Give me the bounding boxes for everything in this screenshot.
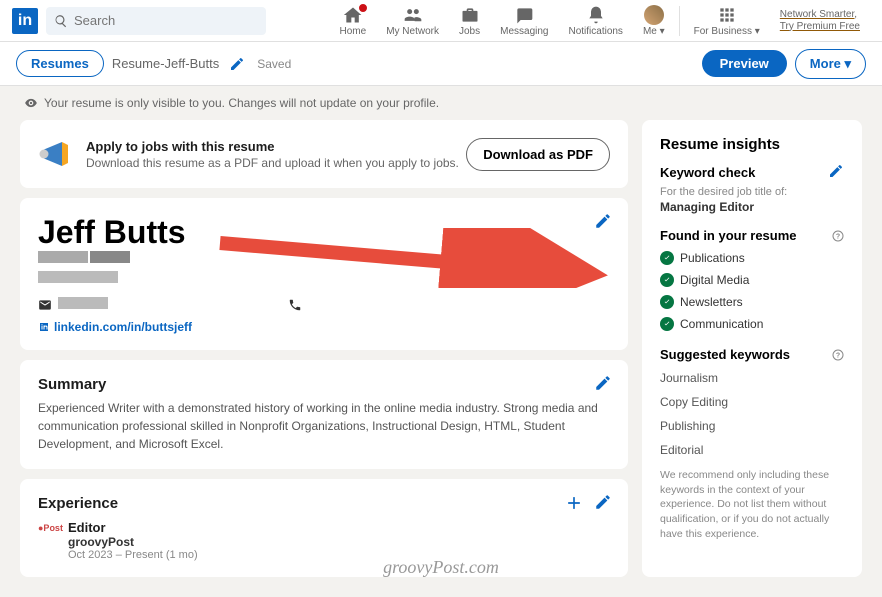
save-status: Saved [257, 57, 291, 71]
linkedin-icon [38, 321, 50, 333]
experience-item: ●Post Editor groovyPost Oct 2023 – Prese… [38, 520, 610, 561]
nav-messaging[interactable]: Messaging [490, 5, 558, 37]
more-button[interactable]: More ▾ [795, 49, 866, 79]
megaphone-icon [38, 136, 74, 172]
pencil-icon[interactable] [229, 56, 245, 72]
grid-icon [717, 5, 737, 25]
linkedin-url[interactable]: linkedin.com/in/buttsjeff [38, 320, 610, 334]
help-icon[interactable]: ? [832, 349, 844, 361]
summary-card: Summary Experienced Writer with a demons… [20, 360, 628, 469]
profile-name: Jeff Butts [38, 214, 610, 251]
nav-premium[interactable]: Network Smarter, Try Premium Free [770, 9, 870, 33]
company-logo: ●Post [38, 520, 60, 536]
edit-summary-button[interactable] [594, 374, 612, 397]
keyword-check-heading: Keyword check [660, 163, 844, 182]
nav-divider [679, 6, 680, 36]
nav-items: Home My Network Jobs Messaging Notificat… [330, 5, 871, 37]
svg-text:?: ? [836, 352, 840, 359]
suggested-item: Publishing [660, 414, 844, 438]
preview-button[interactable]: Preview [702, 50, 787, 77]
job-title: Managing Editor [660, 200, 844, 214]
summary-title: Summary [38, 376, 610, 393]
experience-dates: Oct 2023 – Present (1 mo) [68, 549, 198, 561]
message-icon [514, 5, 534, 25]
keyword-item: Communication [660, 313, 844, 335]
found-heading: Found in your resume ? [660, 228, 844, 243]
watermark: groovyPost.com [383, 557, 499, 578]
main-content: Apply to jobs with this resume Download … [0, 120, 882, 597]
experience-card: Experience ●Post Editor groovyPost Oct 2… [20, 479, 628, 577]
nav-business[interactable]: For Business ▾ [684, 5, 770, 37]
edit-keyword-button[interactable] [828, 163, 844, 182]
nav-home[interactable]: Home [330, 5, 377, 37]
edit-profile-button[interactable] [594, 212, 612, 235]
left-column: Apply to jobs with this resume Download … [20, 120, 628, 577]
insights-panel: Resume insights Keyword check For the de… [642, 120, 862, 577]
apply-title: Apply to jobs with this resume [86, 139, 459, 154]
suggested-keywords-list: Journalism Copy Editing Publishing Edito… [660, 366, 844, 462]
mail-icon [38, 298, 52, 312]
suggested-item: Journalism [660, 366, 844, 390]
experience-role: Editor [68, 520, 198, 535]
search-icon [54, 14, 68, 28]
redacted-text [38, 251, 88, 263]
pencil-icon [828, 163, 844, 179]
search-box[interactable] [46, 7, 266, 35]
search-input[interactable] [74, 13, 258, 28]
keyword-item: Digital Media [660, 269, 844, 291]
plus-icon [564, 493, 584, 513]
breadcrumb-bar: Resumes Resume-Jeff-Butts Saved Preview … [0, 42, 882, 86]
notification-badge [358, 3, 368, 13]
insights-title: Resume insights [660, 136, 844, 153]
resume-name: Resume-Jeff-Butts [112, 56, 219, 71]
suggested-hint: We recommend only including these keywor… [660, 468, 844, 541]
bell-icon [586, 5, 606, 25]
experience-company: groovyPost [68, 535, 198, 549]
briefcase-icon [460, 5, 480, 25]
pencil-icon [594, 493, 612, 511]
people-icon [403, 5, 423, 25]
profile-card: Jeff Butts linkedin.com/in/buttsjeff [20, 198, 628, 350]
apply-subtitle: Download this resume as a PDF and upload… [86, 156, 459, 170]
redacted-text [90, 251, 130, 263]
suggested-item: Editorial [660, 438, 844, 462]
redacted-email [58, 297, 108, 309]
desired-subtitle: For the desired job title of: [660, 186, 844, 198]
privacy-text: Your resume is only visible to you. Chan… [44, 96, 439, 110]
nav-jobs[interactable]: Jobs [449, 5, 490, 37]
nav-me[interactable]: Me ▾ [633, 5, 675, 37]
eye-icon [24, 96, 38, 110]
pencil-icon [594, 374, 612, 392]
apply-card: Apply to jobs with this resume Download … [20, 120, 628, 188]
keyword-item: Publications [660, 247, 844, 269]
edit-experience-button[interactable] [594, 493, 612, 516]
svg-text:?: ? [836, 233, 840, 240]
download-pdf-button[interactable]: Download as PDF [466, 138, 610, 171]
suggested-heading: Suggested keywords ? [660, 347, 844, 362]
privacy-notice: Your resume is only visible to you. Chan… [0, 86, 882, 120]
linkedin-logo[interactable]: in [12, 8, 38, 34]
found-keywords-list: Publications Digital Media Newsletters C… [660, 247, 844, 335]
pencil-icon [594, 212, 612, 230]
keyword-item: Newsletters [660, 291, 844, 313]
avatar-icon [644, 5, 664, 25]
top-navigation: in Home My Network Jobs Messaging Notifi… [0, 0, 882, 42]
redacted-text [38, 271, 118, 283]
suggested-item: Copy Editing [660, 390, 844, 414]
help-icon[interactable]: ? [832, 230, 844, 242]
phone-icon [288, 298, 302, 312]
experience-title: Experience [38, 495, 610, 512]
summary-body: Experienced Writer with a demonstrated h… [38, 399, 610, 453]
resumes-pill[interactable]: Resumes [16, 50, 104, 77]
nav-network[interactable]: My Network [376, 5, 449, 37]
nav-notifications[interactable]: Notifications [558, 5, 632, 37]
add-experience-button[interactable] [564, 493, 584, 518]
